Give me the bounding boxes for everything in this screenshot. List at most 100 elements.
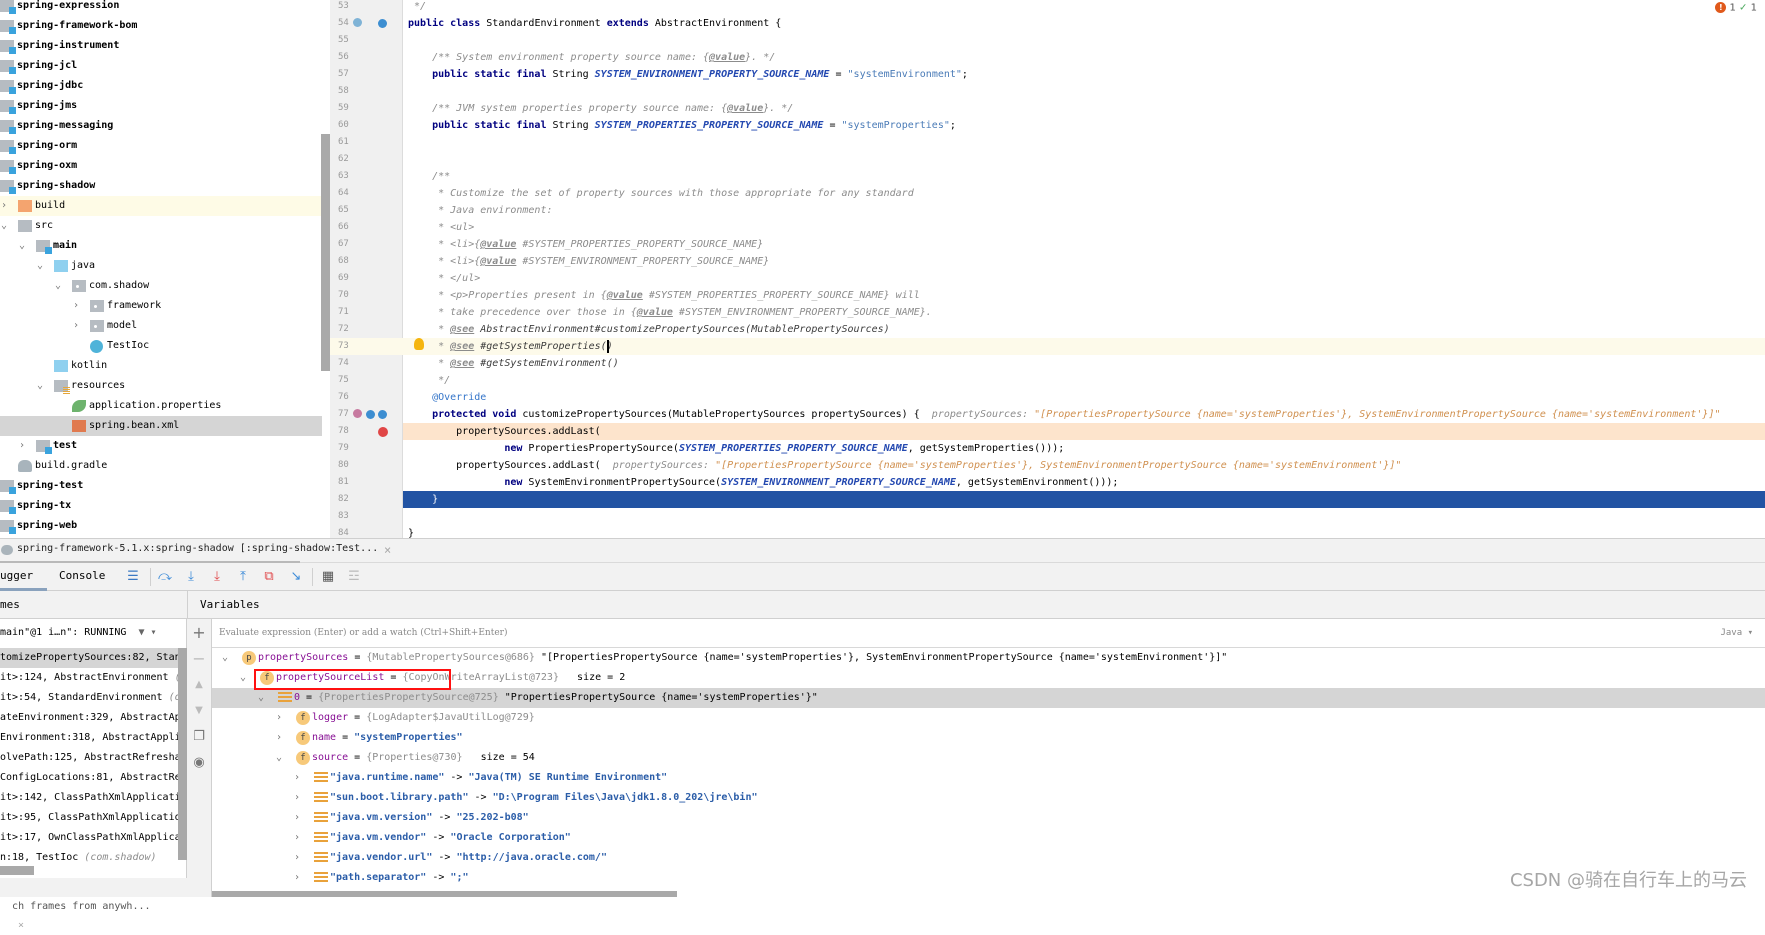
- chevron-right-icon[interactable]: ›: [73, 296, 83, 316]
- step-out-icon[interactable]: ⤒: [235, 569, 251, 585]
- code-line[interactable]: * take precedence over those in {@value …: [403, 304, 1765, 321]
- project-tree-scrollbar[interactable]: [321, 134, 330, 371]
- frames-horizontal-scrollbar[interactable]: [0, 866, 34, 875]
- stack-frame[interactable]: ConfigLocations:81, AbstractRef: [0, 768, 178, 788]
- tree-item[interactable]: spring-jcl: [0, 56, 322, 76]
- chevron-right-icon[interactable]: ›: [73, 316, 83, 336]
- tree-item[interactable]: kotlin: [0, 356, 322, 376]
- tree-item[interactable]: spring-oxm: [0, 156, 322, 176]
- tree-item[interactable]: spring-shadow: [0, 176, 322, 196]
- code-line[interactable]: new PropertiesPropertySource(SYSTEM_PROP…: [403, 440, 1765, 457]
- chevron-down-icon[interactable]: ⌄: [19, 236, 29, 256]
- stack-frame[interactable]: it>:54, StandardEnvironment (or: [0, 688, 178, 708]
- chevron-down-icon[interactable]: ⌄: [55, 276, 65, 296]
- variable-row[interactable]: ⌄ 0 = {PropertiesPropertySource@725} "Pro…: [212, 688, 1765, 708]
- chevron-right-icon[interactable]: ›: [294, 868, 304, 888]
- chevron-right-icon[interactable]: ›: [294, 808, 304, 828]
- tree-item[interactable]: spring-expression: [0, 0, 322, 16]
- move-up-icon[interactable]: ▲: [191, 677, 207, 693]
- stack-frame[interactable]: it>:95, ClassPathXmlApplication: [0, 808, 178, 828]
- code-line[interactable]: }: [403, 491, 1765, 508]
- chevron-right-icon[interactable]: ›: [294, 848, 304, 868]
- frames-vertical-scrollbar[interactable]: [178, 648, 187, 860]
- tree-item[interactable]: ⌄ com.shadow: [0, 276, 322, 296]
- move-down-icon[interactable]: ▼: [191, 703, 207, 719]
- variable-row[interactable]: › f name = "systemProperties": [212, 728, 1765, 748]
- code-line[interactable]: * @see AbstractEnvironment#customizeProp…: [403, 321, 1765, 338]
- variable-row[interactable]: › "java.vm.version" -> "25.202-b08": [212, 808, 1765, 828]
- variable-row[interactable]: ⌄ p propertySources = {MutablePropertySour…: [212, 648, 1765, 668]
- chevron-right-icon[interactable]: ›: [294, 768, 304, 788]
- tree-item[interactable]: › test: [0, 436, 322, 456]
- stack-frame[interactable]: ateEnvironment:329, AbstractApp: [0, 708, 178, 728]
- frames-list[interactable]: main"@1 i…n": RUNNING ▼ ▾ tomizePropertyS…: [0, 619, 187, 897]
- variable-row[interactable]: ⌄ f source = {Properties@730} size = 54: [212, 748, 1765, 768]
- chevron-down-icon[interactable]: ⌄: [240, 668, 250, 688]
- tree-item[interactable]: spring-messaging: [0, 116, 322, 136]
- tree-item[interactable]: spring-web: [0, 516, 322, 536]
- drop-frame-icon[interactable]: ⧉: [261, 569, 277, 585]
- frames-search-hint[interactable]: ch frames from anywh... ×: [0, 878, 187, 931]
- copy-icon[interactable]: ❐: [191, 729, 207, 745]
- close-icon[interactable]: ×: [18, 920, 24, 931]
- stack-frame[interactable]: it>:17, OwnClassPathXmlApplicat: [0, 828, 178, 848]
- code-line[interactable]: */: [403, 0, 1765, 15]
- breakpoint-icon[interactable]: [378, 427, 388, 437]
- close-icon[interactable]: ×: [384, 543, 391, 557]
- code-line[interactable]: * Customize the set of property sources …: [403, 185, 1765, 202]
- chevron-right-icon[interactable]: ›: [276, 728, 286, 748]
- tab-debugger[interactable]: ugger: [0, 563, 47, 591]
- tree-item[interactable]: spring-jdbc: [0, 76, 322, 96]
- code-line[interactable]: propertySources.addLast(: [403, 423, 1765, 440]
- chevron-down-icon[interactable]: ⌄: [222, 648, 232, 668]
- tree-item[interactable]: spring-tx: [0, 496, 322, 516]
- code-line[interactable]: * <p>Properties present in {@value #SYST…: [403, 287, 1765, 304]
- code-line[interactable]: public static final String SYSTEM_ENVIRO…: [403, 66, 1765, 83]
- overridden-icon[interactable]: [378, 410, 387, 419]
- overrides-icon[interactable]: [378, 19, 387, 28]
- code-line[interactable]: protected void customizePropertySources(…: [403, 406, 1765, 423]
- evaluate-expression-field[interactable]: Evaluate expression (Enter) or add a wat…: [212, 619, 1765, 648]
- code-line[interactable]: new SystemEnvironmentPropertySource(SYST…: [403, 474, 1765, 491]
- variable-row[interactable]: › "java.vm.vendor" -> "Oracle Corporation…: [212, 828, 1765, 848]
- tree-item[interactable]: spring-orm: [0, 136, 322, 156]
- code-line[interactable]: public static final String SYSTEM_PROPER…: [403, 117, 1765, 134]
- tree-item[interactable]: spring-framework-bom: [0, 16, 322, 36]
- code-line[interactable]: * <ul>: [403, 219, 1765, 236]
- tree-item[interactable]: spring-instrument: [0, 36, 322, 56]
- chevron-right-icon[interactable]: ›: [276, 708, 286, 728]
- intention-bulb-icon[interactable]: [414, 338, 424, 350]
- overriding-icon[interactable]: [366, 410, 375, 419]
- show-execution-point-icon[interactable]: ☰: [125, 569, 141, 585]
- trace-icon[interactable]: ☲: [346, 569, 362, 585]
- tree-item[interactable]: TestIoc: [0, 336, 322, 356]
- chevron-down-icon[interactable]: ⌄: [276, 748, 286, 768]
- code-line[interactable]: * </ul>: [403, 270, 1765, 287]
- chevron-down-icon[interactable]: ⌄: [258, 688, 268, 708]
- add-watch-icon[interactable]: +: [191, 625, 207, 641]
- code-line[interactable]: propertySources.addLast( propertySources…: [403, 457, 1765, 474]
- code-line[interactable]: [403, 508, 1765, 525]
- view-options-icon[interactable]: ◉: [191, 755, 207, 771]
- variable-row[interactable]: › "java.runtime.name" -> "Java(TM) SE Run…: [212, 768, 1765, 788]
- tree-item[interactable]: spring-test: [0, 476, 322, 496]
- code-line[interactable]: [403, 151, 1765, 168]
- tree-item[interactable]: build.gradle: [0, 456, 322, 476]
- code-line[interactable]: * @see #getSystemEnvironment(): [403, 355, 1765, 372]
- stack-frame[interactable]: olvePath:125, AbstractRefreshab: [0, 748, 178, 768]
- chevron-right-icon[interactable]: ›: [294, 788, 304, 808]
- tree-item[interactable]: application.properties: [0, 396, 322, 416]
- code-line[interactable]: * <li>{@value #SYSTEM_PROPERTIES_PROPERT…: [403, 236, 1765, 253]
- variable-row[interactable]: › "sun.boot.library.path" -> "D:\Program …: [212, 788, 1765, 808]
- divider[interactable]: [187, 591, 188, 619]
- code-line[interactable]: * <li>{@value #SYSTEM_ENVIRONMENT_PROPER…: [403, 253, 1765, 270]
- stack-frame[interactable]: tomizePropertySources:82, Stand: [0, 648, 178, 668]
- variables-horizontal-scrollbar[interactable]: [212, 891, 677, 897]
- filter-icon[interactable]: ▼ ▾: [126, 627, 156, 638]
- code-line[interactable]: * Java environment:: [403, 202, 1765, 219]
- step-over-icon[interactable]: ⤼: [157, 569, 173, 585]
- chevron-down-icon[interactable]: ⌄: [37, 256, 47, 276]
- code-line[interactable]: /** JVM system properties property sourc…: [403, 100, 1765, 117]
- code-line[interactable]: [403, 134, 1765, 151]
- evaluate-expression-icon[interactable]: ▦: [320, 569, 336, 585]
